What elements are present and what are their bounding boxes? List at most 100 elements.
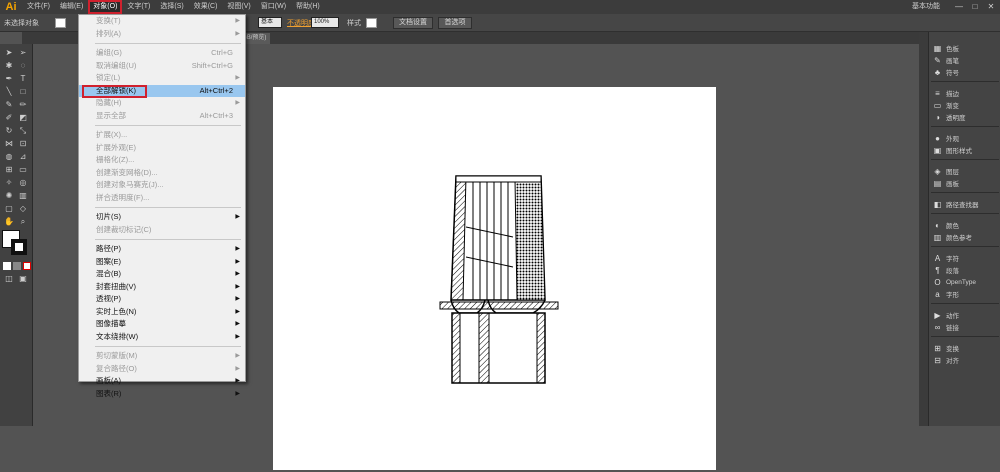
menu-option[interactable]: 文本绕排(W) ▶ xyxy=(79,331,245,344)
menu-option[interactable]: 混合(B) ▶ xyxy=(79,268,245,281)
panel-collapse-handle[interactable] xyxy=(919,32,928,426)
menu-option[interactable]: 扩展外观(E) xyxy=(79,142,245,155)
artboard[interactable] xyxy=(273,87,716,470)
selection-tool-icon[interactable]: ➤ xyxy=(3,48,15,58)
mesh-tool-icon[interactable]: ⊞ xyxy=(3,165,15,175)
menu-option[interactable]: 取消编组(U) Shift+Ctrl+G xyxy=(79,60,245,73)
screen-mode-icon[interactable]: ▣ xyxy=(17,274,29,284)
direct-selection-tool-icon[interactable]: ➢ xyxy=(17,48,29,58)
menu-item-0[interactable]: 文件(F) xyxy=(22,0,55,14)
menu-item-5[interactable]: 效果(C) xyxy=(189,0,223,14)
free-transform-tool-icon[interactable]: ⊡ xyxy=(17,139,29,149)
paintbrush-tool-icon[interactable]: ✎ xyxy=(3,100,15,110)
workspace-switcher[interactable]: 基本功能 xyxy=(912,0,940,14)
panel-item-artboards[interactable]: ▤ 画板 xyxy=(933,177,999,189)
artboard-tool-icon[interactable]: ▢ xyxy=(3,204,15,214)
draw-mode-icon[interactable]: ◫ xyxy=(3,274,15,284)
magic-wand-tool-icon[interactable]: ✱ xyxy=(3,61,15,71)
panel-item-align[interactable]: ⊟ 对齐 xyxy=(933,354,999,366)
blend-tool-icon[interactable]: ◎ xyxy=(17,178,29,188)
menu-option[interactable]: 图案(E) ▶ xyxy=(79,256,245,269)
pencil-tool-icon[interactable]: ✏ xyxy=(17,100,29,110)
panel-item-symbol[interactable]: ♣ 符号 xyxy=(933,66,999,78)
maximize-button[interactable]: □ xyxy=(970,2,980,12)
minimize-button[interactable]: — xyxy=(954,2,964,12)
rectangle-tool-icon[interactable]: □ xyxy=(17,87,29,97)
blob-brush-tool-icon[interactable]: ✐ xyxy=(3,113,15,123)
menu-option[interactable]: 显示全部 Alt+Ctrl+3 xyxy=(79,110,245,123)
panel-item-layers[interactable]: ◈ 图层 xyxy=(933,165,999,177)
menu-item-4[interactable]: 选择(S) xyxy=(155,0,188,14)
menu-option[interactable]: 复合路径(O) ▶ xyxy=(79,363,245,376)
eyedropper-tool-icon[interactable]: ✧ xyxy=(3,178,15,188)
menu-option[interactable]: 路径(P) ▶ xyxy=(79,243,245,256)
symbol-sprayer-tool-icon[interactable]: ✺ xyxy=(3,191,15,201)
panel-item-color-guide[interactable]: ▥ 颜色参考 xyxy=(933,231,999,243)
stroke-weight-field[interactable]: 基本 xyxy=(258,17,282,28)
rotate-tool-icon[interactable]: ↻ xyxy=(3,126,15,136)
panel-item-graphic-styles[interactable]: ▣ 图形样式 xyxy=(933,144,999,156)
width-tool-icon[interactable]: ⋈ xyxy=(3,139,15,149)
menu-option[interactable]: 扩展(X)... xyxy=(79,129,245,142)
menu-item-8[interactable]: 帮助(H) xyxy=(291,0,325,14)
pen-tool-icon[interactable]: ✒ xyxy=(3,74,15,84)
scale-tool-icon[interactable]: ⤡ xyxy=(17,126,29,136)
panel-item-links[interactable]: ∞ 链接 xyxy=(933,321,999,333)
menu-item-1[interactable]: 编辑(E) xyxy=(55,0,88,14)
menu-option[interactable]: 剪切蒙版(M) ▶ xyxy=(79,350,245,363)
menu-option[interactable]: 切片(S) ▶ xyxy=(79,211,245,224)
close-button[interactable]: ✕ xyxy=(986,2,996,12)
panel-item-paragraph[interactable]: ¶ 段落 xyxy=(933,264,999,276)
menu-option[interactable]: 拼合透明度(F)... xyxy=(79,192,245,205)
menu-option[interactable]: 创建裁切标记(C) xyxy=(79,224,245,237)
column-graph-tool-icon[interactable]: ▥ xyxy=(17,191,29,201)
line-tool-icon[interactable]: ╲ xyxy=(3,87,15,97)
menu-option[interactable]: 变换(T) ▶ xyxy=(79,15,245,28)
stroke-color-box[interactable] xyxy=(11,239,27,255)
fill-stroke-selector[interactable] xyxy=(2,230,30,258)
type-tool-icon[interactable]: T xyxy=(17,74,29,84)
panel-item-glyphs[interactable]: a 字形 xyxy=(933,288,999,300)
gradient-tool-icon[interactable]: ▭ xyxy=(17,165,29,175)
menu-item-6[interactable]: 视图(V) xyxy=(222,0,255,14)
menu-option[interactable]: 锁定(L) ▶ xyxy=(79,72,245,85)
menu-option[interactable]: 图表(R) ▶ xyxy=(79,388,245,401)
menu-option[interactable]: 实时上色(N) ▶ xyxy=(79,306,245,319)
panel-item-color[interactable]: ◐ 颜色 xyxy=(933,219,999,231)
menu-option[interactable]: 图像描摹 ▶ xyxy=(79,318,245,331)
menu-option[interactable]: 排列(A) ▶ xyxy=(79,28,245,41)
menu-item-3[interactable]: 文字(T) xyxy=(122,0,155,14)
menu-option[interactable]: 栅格化(Z)... xyxy=(79,154,245,167)
menu-option[interactable]: 创建对象马赛克(J)... xyxy=(79,179,245,192)
menu-option[interactable]: 隐藏(H) ▶ xyxy=(79,97,245,110)
hand-tool-icon[interactable]: ✋ xyxy=(3,217,15,227)
lasso-tool-icon[interactable]: ◌ xyxy=(17,61,29,71)
panel-item-transparency[interactable]: ◑ 透明度 xyxy=(933,111,999,123)
menu-item-2[interactable]: 对象(O) xyxy=(88,0,123,14)
shape-builder-tool-icon[interactable]: ◍ xyxy=(3,152,15,162)
gradient-mode-icon[interactable] xyxy=(13,262,21,270)
menu-option[interactable]: 画板(A) ▶ xyxy=(79,375,245,388)
panel-item-stroke[interactable]: ≡ 描边 xyxy=(933,87,999,99)
panel-item-appearance[interactable]: ● 外观 xyxy=(933,132,999,144)
panel-item-actions[interactable]: ▶ 动作 xyxy=(933,309,999,321)
panel-item-brush[interactable]: ✎ 画笔 xyxy=(933,54,999,66)
fill-swatch[interactable] xyxy=(55,18,66,28)
panel-item-character[interactable]: A 字符 xyxy=(933,252,999,264)
panel-item-gradient[interactable]: ▭ 渐变 xyxy=(933,99,999,111)
zoom-tool-icon[interactable]: ⌕ xyxy=(17,217,29,227)
style-swatch[interactable] xyxy=(366,18,377,28)
menu-item-7[interactable]: 窗口(W) xyxy=(256,0,291,14)
menu-option[interactable]: 封套扭曲(V) ▶ xyxy=(79,281,245,294)
panel-item-pathfinder[interactable]: ◧ 路径查找器 xyxy=(933,198,999,210)
perspective-grid-tool-icon[interactable]: ⊿ xyxy=(17,152,29,162)
panel-item-opentype[interactable]: O OpenType xyxy=(933,276,999,288)
eraser-tool-icon[interactable]: ◩ xyxy=(17,113,29,123)
slice-tool-icon[interactable]: ◇ xyxy=(17,204,29,214)
document-setup-button[interactable]: 文档设置 xyxy=(393,17,433,29)
menu-option[interactable]: 创建渐变网格(D)... xyxy=(79,167,245,180)
menu-option[interactable]: 透视(P) ▶ xyxy=(79,293,245,306)
none-mode-icon[interactable] xyxy=(23,262,31,270)
menu-option[interactable]: 编组(G) Ctrl+G xyxy=(79,47,245,60)
color-mode-icon[interactable] xyxy=(3,262,11,270)
